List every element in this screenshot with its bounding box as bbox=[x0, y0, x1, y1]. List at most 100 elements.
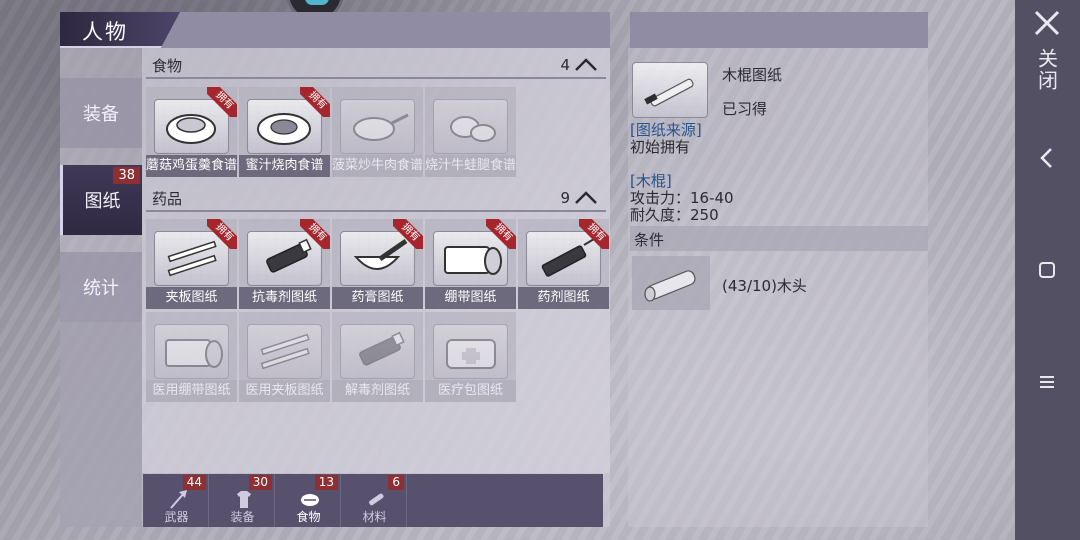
blueprint-label: 烧汁牛蛙腿食谱 bbox=[425, 155, 516, 177]
meat-icon bbox=[450, 116, 496, 142]
owned-tag: 拥有 bbox=[393, 219, 423, 249]
category-tab[interactable]: 13 食物 bbox=[277, 474, 341, 527]
section-count: 4 bbox=[560, 56, 570, 74]
home-button[interactable] bbox=[1025, 260, 1069, 284]
category-label: 装备 bbox=[230, 510, 255, 524]
side-strip bbox=[60, 322, 142, 527]
side-tab-blueprints[interactable]: 图纸 38 bbox=[60, 165, 142, 235]
owned-tag: 拥有 bbox=[300, 219, 330, 249]
blueprint-card[interactable]: 拥有药膏图纸 bbox=[332, 219, 423, 309]
blueprint-label: 抗毒剂图纸 bbox=[239, 287, 330, 309]
section-header-medicine[interactable]: 药品 9 bbox=[146, 182, 606, 212]
menu-button[interactable] bbox=[1025, 372, 1069, 396]
close-label: 关闭 bbox=[1034, 48, 1059, 92]
close-button[interactable]: 关闭 bbox=[1025, 8, 1069, 92]
side-tab-label: 图纸 bbox=[84, 191, 121, 212]
owned-ribbon: 拥有 bbox=[207, 219, 237, 249]
blueprint-label: 解毒剂图纸 bbox=[332, 380, 423, 402]
source-value: 初始拥有 bbox=[630, 138, 691, 156]
chevron-left-icon bbox=[1040, 148, 1052, 168]
log-icon bbox=[369, 493, 384, 506]
blueprint-card[interactable]: 解毒剂图纸 bbox=[332, 312, 423, 402]
category-tab[interactable]: 30 装备 bbox=[211, 474, 275, 527]
stick-icon bbox=[644, 78, 694, 107]
section-count: 9 bbox=[560, 189, 570, 207]
owned-tag: 拥有 bbox=[579, 219, 609, 249]
category-count-badge: 13 bbox=[314, 475, 338, 490]
blueprint-label: 医用夹板图纸 bbox=[239, 380, 330, 402]
category-count-badge: 44 bbox=[182, 475, 206, 490]
owned-ribbon: 拥有 bbox=[207, 87, 237, 117]
shirt-icon bbox=[237, 491, 251, 508]
section-title: 食物 bbox=[152, 57, 183, 75]
blueprint-label: 蘑菇鸡蛋羹食谱 bbox=[146, 155, 237, 177]
blueprint-card[interactable]: 拥有蘑菇鸡蛋羹食谱 bbox=[146, 87, 237, 177]
owned-ribbon: 拥有 bbox=[300, 219, 330, 249]
square-icon bbox=[1039, 262, 1055, 278]
blueprint-card[interactable]: 烧汁牛蛙腿食谱 bbox=[425, 87, 516, 177]
axe-icon bbox=[170, 490, 187, 509]
wooden-stick-blueprint-thumbnail bbox=[632, 62, 708, 118]
category-count-badge: 6 bbox=[388, 475, 404, 490]
close-icon bbox=[1034, 10, 1060, 36]
blueprint-count-badge: 38 bbox=[113, 167, 140, 184]
blueprint-label: 绷带图纸 bbox=[425, 287, 516, 309]
blueprint-card[interactable]: 医用夹板图纸 bbox=[239, 312, 330, 402]
owned-ribbon: 拥有 bbox=[579, 219, 609, 249]
category-tab[interactable]: 6 材料 bbox=[343, 474, 407, 527]
blueprint-label: 夹板图纸 bbox=[146, 287, 237, 309]
chevron-up-icon[interactable] bbox=[574, 189, 598, 205]
chevron-up-icon[interactable] bbox=[574, 56, 598, 72]
blueprint-label: 药膏图纸 bbox=[332, 287, 423, 309]
condition-header: 条件 bbox=[630, 226, 928, 251]
durability-stat: 耐久度：250 bbox=[630, 206, 719, 224]
section-header-food[interactable]: 食物 4 bbox=[146, 49, 606, 79]
detail-name: 木棍图纸 bbox=[722, 66, 783, 84]
back-button[interactable] bbox=[1025, 146, 1069, 174]
blueprint-card[interactable]: 医用绷带图纸 bbox=[146, 312, 237, 402]
section-title: 药品 bbox=[152, 190, 183, 208]
side-tab-label: 统计 bbox=[83, 278, 119, 299]
blueprint-card[interactable]: 拥有夹板图纸 bbox=[146, 219, 237, 309]
blueprint-label: 菠菜炒牛肉食谱 bbox=[332, 155, 423, 177]
medkit-icon bbox=[446, 339, 496, 369]
panel-title: 人物 bbox=[82, 20, 128, 44]
owned-tag: 拥有 bbox=[486, 219, 516, 249]
log-icon bbox=[644, 270, 696, 302]
category-tab[interactable]: 44 武器 bbox=[145, 474, 209, 527]
owned-ribbon: 拥有 bbox=[393, 219, 423, 249]
blueprint-card[interactable]: 拥有抗毒剂图纸 bbox=[239, 219, 330, 309]
bandage-icon bbox=[165, 339, 223, 368]
blueprint-card[interactable]: 菠菜炒牛肉食谱 bbox=[332, 87, 423, 177]
owned-tag: 拥有 bbox=[207, 87, 237, 117]
condition-value: (43/10)木头 bbox=[722, 277, 807, 295]
blueprint-card[interactable]: 拥有药剂图纸 bbox=[518, 219, 609, 309]
category-label: 材料 bbox=[362, 510, 387, 524]
blueprint-label: 医用绷带图纸 bbox=[146, 380, 237, 402]
wood-material-thumbnail bbox=[632, 256, 710, 310]
blueprint-label: 医疗包图纸 bbox=[425, 380, 516, 402]
category-label: 食物 bbox=[296, 510, 321, 524]
menu-icon bbox=[1040, 376, 1054, 388]
category-label: 武器 bbox=[164, 510, 189, 524]
splint-icon bbox=[260, 333, 310, 370]
owned-tag: 拥有 bbox=[300, 87, 330, 117]
vial-icon bbox=[359, 331, 405, 366]
detail-status: 已习得 bbox=[722, 100, 768, 118]
owned-ribbon: 拥有 bbox=[486, 219, 516, 249]
pan-icon bbox=[353, 113, 409, 141]
blueprint-card[interactable]: 拥有蜜汁烧肉食谱 bbox=[239, 87, 330, 177]
blueprint-label: 药剂图纸 bbox=[518, 287, 609, 309]
blueprint-card[interactable]: 医疗包图纸 bbox=[425, 312, 516, 402]
side-tab-equipment[interactable]: 装备 bbox=[60, 78, 142, 148]
owned-tag: 拥有 bbox=[207, 219, 237, 249]
side-tab-label: 装备 bbox=[83, 104, 119, 125]
blueprint-label: 蜜汁烧肉食谱 bbox=[239, 155, 330, 177]
side-tab-stats[interactable]: 统计 bbox=[60, 252, 142, 322]
steak-icon bbox=[301, 494, 319, 506]
owned-ribbon: 拥有 bbox=[300, 87, 330, 117]
blueprint-card[interactable]: 拥有绷带图纸 bbox=[425, 219, 516, 309]
condition-title: 条件 bbox=[634, 231, 665, 249]
category-count-badge: 30 bbox=[248, 475, 272, 490]
detail-header bbox=[630, 12, 928, 48]
